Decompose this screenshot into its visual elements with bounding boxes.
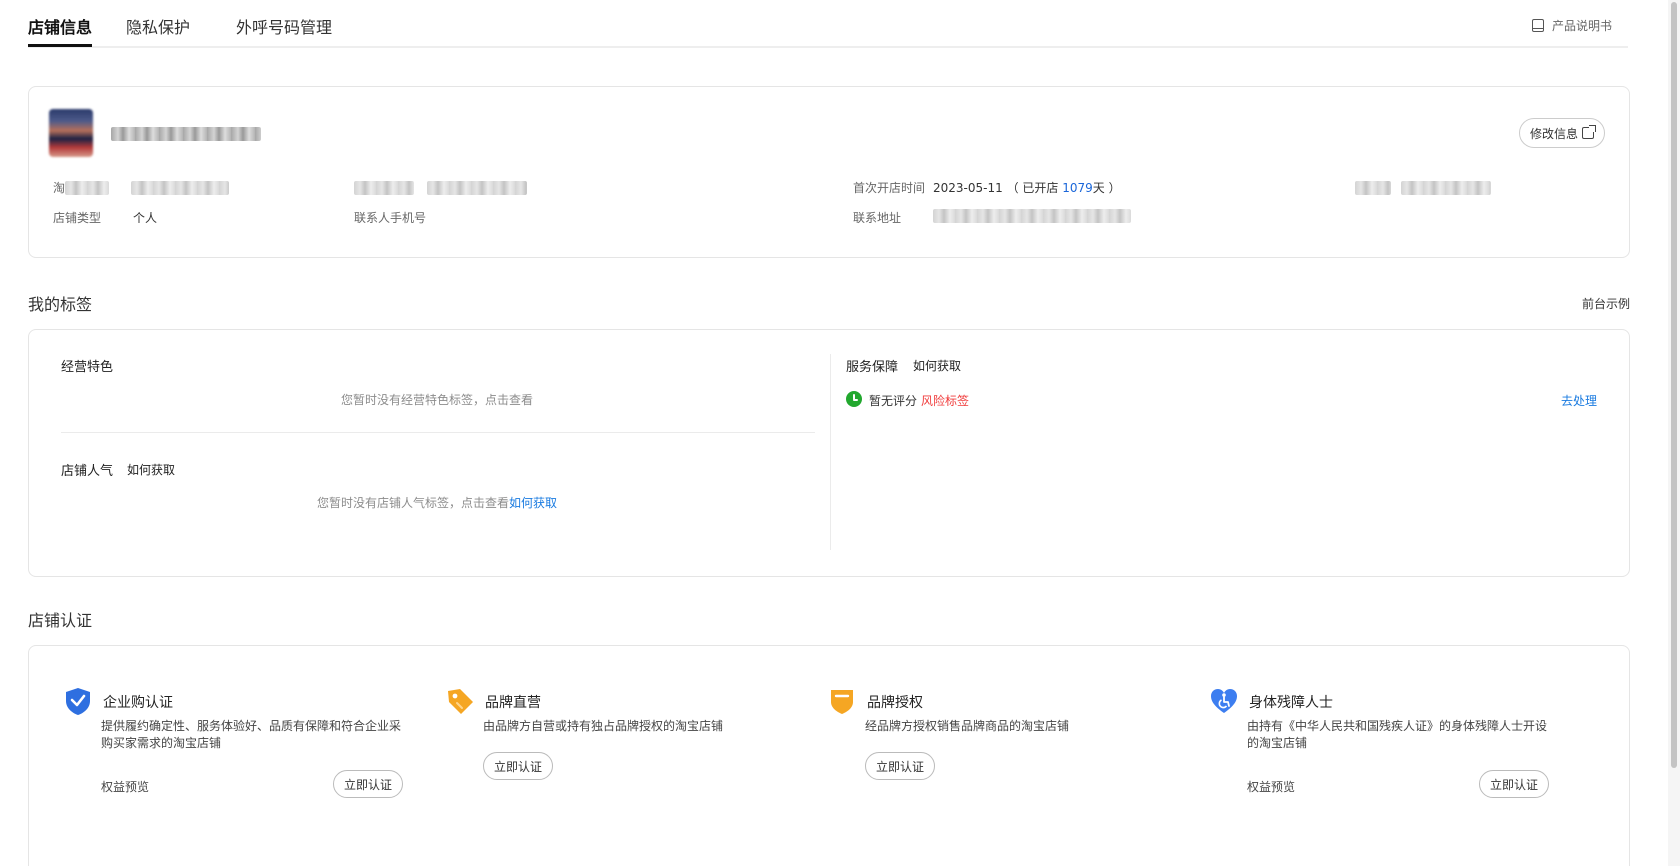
business-feature-heading: 经营特色 [61, 360, 114, 375]
popularity-heading: 店铺人气 [61, 464, 114, 479]
cert-brand-direct-desc: 由品牌方自营或持有独占品牌授权的淘宝店铺 [483, 719, 724, 733]
tab-outbound-numbers[interactable]: 外呼号码管理 [236, 14, 332, 38]
address-value-redacted [933, 209, 1131, 223]
first-open-value: 2023-05-11 （ 已开店 1079天 ） [933, 181, 1121, 195]
scrollbar-thumb[interactable] [1671, 2, 1677, 768]
my-tags-card: 经营特色 您暂时没有经营特色标签，点击查看 店铺人气 如何获取 您暂时没有店铺人… [28, 329, 1630, 577]
tab-store-info[interactable]: 店铺信息 [28, 14, 92, 38]
page-scrollbar[interactable] [1668, 0, 1680, 866]
cert-disability-benefit-link[interactable]: 权益预览 [1247, 778, 1295, 795]
no-rating-text: 暂无评分 [869, 394, 918, 408]
shop-type-value: 个人 [133, 211, 158, 225]
cert-brand-authorized-title: 品牌授权 [867, 695, 923, 711]
tab-privacy[interactable]: 隐私保护 [126, 14, 190, 38]
taobao-account-label-redacted [65, 181, 109, 195]
edit-info-button[interactable]: 修改信息 [1518, 118, 1605, 148]
badge-icon [831, 690, 853, 714]
handle-link[interactable]: 去处理 [1561, 392, 1597, 409]
field-value-redacted-2 [1401, 181, 1491, 195]
front-example-link[interactable]: 前台示例 [1582, 295, 1630, 312]
cert-brand-authorized-desc: 经品牌方授权销售品牌商品的淘宝店铺 [865, 719, 1070, 733]
cert-brand-authorized: 品牌授权 经品牌方授权销售品牌商品的淘宝店铺 立即认证 [827, 686, 1167, 826]
tag-icon [448, 689, 473, 714]
field-label-redacted-2 [1355, 181, 1391, 195]
contact-phone-label: 联系人手机号 [354, 211, 427, 225]
clock-icon [846, 391, 862, 407]
product-manual-link[interactable]: 产品说明书 [1531, 17, 1612, 34]
external-link-icon [1582, 125, 1596, 139]
cert-enterprise-title: 企业购认证 [103, 695, 173, 711]
cert-disability-desc: 由持有《中华人民共和国残疾人证》的身体残障人士开设的淘宝店铺 [1247, 719, 1548, 750]
active-tab-indicator [28, 44, 92, 47]
open-days-count: 1079 [1062, 181, 1093, 195]
cert-disability-button[interactable]: 立即认证 [1479, 770, 1549, 798]
store-info-card: 修改信息 淘 首次开店时间 2023-05-11 （ 已开店 1079天 ） 店… [28, 86, 1630, 258]
service-guarantee-heading: 服务保障 [846, 360, 899, 375]
cert-enterprise: 企业购认证 提供履约确定性、服务体验好、品质有保障和符合企业采购买家需求的淘宝店… [63, 686, 403, 826]
taobao-account-value-redacted [131, 181, 229, 195]
cert-enterprise-benefit-link[interactable]: 权益预览 [101, 778, 149, 795]
cert-disability: 身体残障人士 由持有《中华人民共和国残疾人证》的身体残障人士开设的淘宝店铺 权益… [1209, 686, 1549, 826]
cert-brand-direct-button[interactable]: 立即认证 [483, 752, 554, 780]
store-cert-card: 企业购认证 提供履约确定性、服务体验好、品质有保障和符合企业采购买家需求的淘宝店… [28, 645, 1630, 866]
shop-type-label: 店铺类型 [53, 211, 102, 225]
field-label-redacted [354, 181, 414, 195]
popularity-how-to-get-link[interactable]: 如何获取 [127, 461, 175, 478]
cert-disability-title: 身体残障人士 [1249, 695, 1333, 711]
tab-bar: 店铺信息 隐私保护 外呼号码管理 产品说明书 [28, 0, 1628, 48]
store-name-redacted [111, 127, 261, 141]
taobao-account-label: 淘 [53, 181, 66, 195]
tags-divider-vertical [830, 354, 831, 550]
first-open-label: 首次开店时间 [853, 181, 926, 195]
popularity-empty: 您暂时没有店铺人气标签，点击查看如何获取 [317, 496, 558, 510]
edit-info-label: 修改信息 [1529, 126, 1578, 141]
my-tags-title: 我的标签 [28, 295, 93, 314]
business-feature-empty[interactable]: 您暂时没有经营特色标签，点击查看 [341, 391, 533, 408]
service-how-to-get-link[interactable]: 如何获取 [913, 357, 961, 374]
cert-enterprise-desc: 提供履约确定性、服务体验好、品质有保障和符合企业采购买家需求的淘宝店铺 [101, 719, 402, 750]
address-label: 联系地址 [853, 211, 902, 225]
shield-check-icon [66, 688, 90, 715]
risk-tag-link[interactable]: 风险标签 [921, 392, 969, 409]
field-value-redacted [427, 181, 527, 195]
cert-brand-authorized-button[interactable]: 立即认证 [865, 752, 936, 780]
cert-brand-direct: 品牌直营 由品牌方自营或持有独占品牌授权的淘宝店铺 立即认证 [445, 686, 785, 826]
product-manual-label: 产品说明书 [1551, 19, 1612, 33]
accessibility-heart-icon [1211, 689, 1237, 713]
book-icon [1531, 19, 1544, 32]
cert-enterprise-button[interactable]: 立即认证 [333, 770, 403, 798]
tags-divider-horizontal [61, 432, 815, 433]
store-cert-title: 店铺认证 [28, 611, 93, 630]
store-avatar [49, 109, 93, 157]
cert-brand-direct-title: 品牌直营 [485, 695, 541, 711]
popularity-empty-link[interactable]: 如何获取 [509, 496, 557, 510]
